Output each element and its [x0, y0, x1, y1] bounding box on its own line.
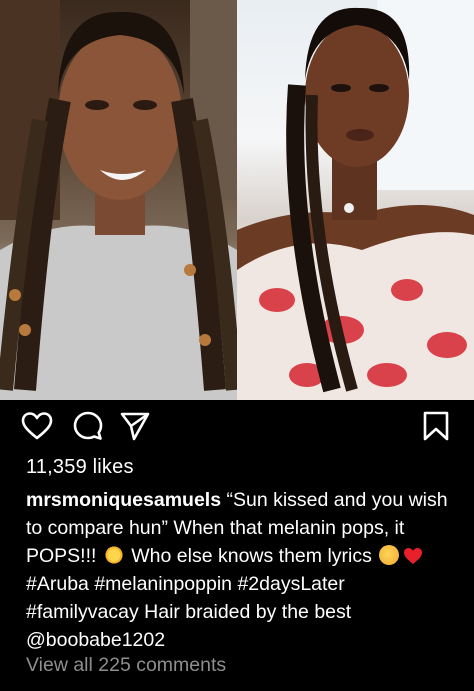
sun-emoji-icon	[103, 545, 124, 565]
photo-right	[237, 0, 474, 400]
likes-count[interactable]: 11,359 likes	[26, 456, 134, 479]
hashtag-familyvacay[interactable]: #familyvacay	[26, 601, 139, 623]
caption-text-4: Hair braided by the best	[138, 601, 352, 623]
view-all-comments-link[interactable]: View all 225 comments	[26, 654, 226, 677]
woman-portrait-left	[0, 0, 237, 400]
bookmark-icon[interactable]	[422, 410, 450, 442]
paper-plane-icon[interactable]	[119, 411, 151, 441]
hashtag-2dayslater[interactable]: #2daysLater	[237, 573, 344, 595]
post-action-bar	[0, 405, 474, 449]
woman-portrait-right	[237, 0, 474, 400]
hashtag-aruba[interactable]: #Aruba	[26, 573, 89, 595]
post-caption: mrsmoniquesamuels “Sun kissed and you wi…	[26, 486, 456, 654]
heart-icon[interactable]	[21, 411, 53, 441]
caption-username[interactable]: mrsmoniquesamuels	[26, 489, 221, 511]
post-image[interactable]	[0, 0, 474, 400]
photo-left	[0, 0, 237, 400]
mention-boobabe1202[interactable]: @boobabe1202	[26, 629, 165, 651]
hashtag-melaninpoppin[interactable]: #melaninpoppin	[94, 573, 232, 595]
comment-icon[interactable]	[72, 410, 104, 442]
thinking-face-emoji-icon	[379, 545, 400, 565]
red-heart-emoji-icon	[403, 547, 423, 565]
caption-text-2: Who else knows them lyrics	[125, 545, 378, 567]
